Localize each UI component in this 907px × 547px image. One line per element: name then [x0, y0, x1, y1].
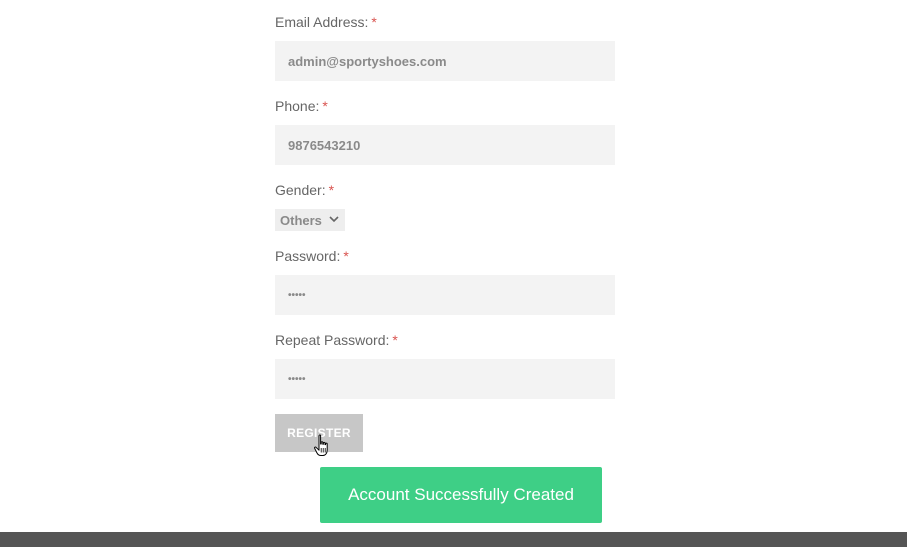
gender-select[interactable]: Others: [275, 209, 345, 231]
gender-label: Gender: *: [275, 182, 334, 198]
gender-selected-value: Others: [280, 212, 322, 228]
email-field[interactable]: admin@sportyshoes.com: [275, 41, 615, 81]
repeat-password-label-text: Repeat Password:: [275, 332, 390, 348]
password-label: Password: *: [275, 248, 349, 264]
phone-field[interactable]: 9876543210: [275, 125, 615, 165]
password-field[interactable]: •••••: [275, 275, 615, 315]
phone-label-text: Phone:: [275, 98, 320, 114]
gender-label-text: Gender:: [275, 182, 326, 198]
repeat-password-label: Repeat Password: *: [275, 332, 398, 348]
success-toast: Account Successfully Created: [320, 467, 602, 523]
required-mark: *: [322, 98, 328, 114]
required-mark: *: [343, 248, 349, 264]
required-mark: *: [328, 182, 335, 198]
email-label-text: Email Address:: [275, 14, 369, 30]
phone-label: Phone: *: [275, 98, 328, 114]
success-toast-message: Account Successfully Created: [348, 485, 574, 504]
email-value: admin@sportyshoes.com: [288, 53, 447, 69]
email-label: Email Address: *: [275, 14, 377, 30]
repeat-password-value: •••••: [288, 373, 306, 385]
chevron-down-icon: [329, 216, 339, 223]
repeat-password-field[interactable]: •••••: [275, 359, 615, 399]
page-footer: [0, 532, 907, 547]
phone-value: 9876543210: [288, 137, 361, 153]
password-label-text: Password:: [275, 248, 341, 264]
hand-pointer-icon: [314, 434, 328, 456]
password-value: •••••: [288, 289, 306, 301]
required-mark: *: [371, 14, 377, 30]
registration-page: Email Address: * admin@sportyshoes.com Ph…: [0, 0, 907, 547]
required-mark: *: [392, 332, 398, 348]
